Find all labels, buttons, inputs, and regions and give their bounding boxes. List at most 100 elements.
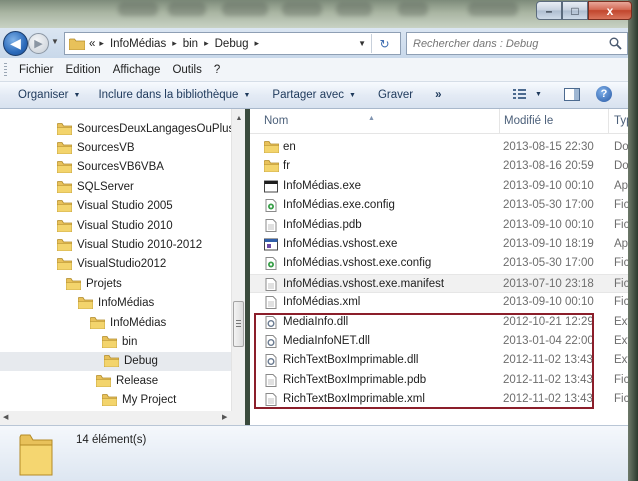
tree-item[interactable]: InfoMédias <box>89 313 166 332</box>
breadcrumb-separator[interactable]: ▸ <box>204 38 209 49</box>
file-name: RichTextBoxImprimable.dll <box>283 354 419 367</box>
file-date: 2013-01-04 22:00 <box>503 335 594 347</box>
breadcrumb-bin[interactable]: bin <box>183 38 198 50</box>
close-button[interactable]: x <box>588 1 632 20</box>
file-type: Fic <box>614 199 628 212</box>
tree-item[interactable]: My Project <box>101 391 176 410</box>
tree-item[interactable]: SourcesVB6VBA <box>56 158 164 177</box>
navigation-scrollbar[interactable]: ▲ ▼ <box>231 109 245 425</box>
file-row[interactable]: InfoMédias.vshost.exe.config 2013-05-30 1… <box>250 254 628 273</box>
file-row[interactable]: InfoMédias.vshost.exe.manifest 2013-07-10… <box>250 273 628 293</box>
tree-item-label: Debug <box>124 355 158 368</box>
include-library-button[interactable]: Inclure dans la bibliothèque ▼ <box>98 89 250 101</box>
column-name[interactable]: Nom <box>264 115 288 127</box>
tree-item[interactable]: Projets <box>65 274 122 293</box>
tree-item-label: Projets <box>86 277 122 290</box>
tree-item[interactable]: Visual Studio 2005 <box>56 197 173 216</box>
tree-item-label: SourcesDeuxLangagesOuPlus <box>77 122 235 135</box>
view-details-icon[interactable] <box>512 87 530 101</box>
menu-help[interactable]: ? <box>208 64 226 76</box>
breadcrumb-separator[interactable]: ▸ <box>99 38 104 49</box>
file-row[interactable]: InfoMédias.exe.config 2013-05-30 17:00 Fic <box>250 196 628 215</box>
address-bar[interactable]: « ▸ InfoMédias ▸ bin ▸ Debug ▸ ▼ ↻ <box>64 32 401 55</box>
burn-button[interactable]: Graver <box>378 89 413 101</box>
file-row[interactable]: InfoMédias.xml 2013-09-10 00:10 Fic <box>250 293 628 312</box>
background-blur <box>336 2 372 16</box>
config-file-icon <box>264 199 278 213</box>
history-dropdown-icon[interactable]: ▼ <box>51 37 61 49</box>
view-controls: ▼ ? <box>512 86 612 102</box>
tree-item[interactable]: SourcesVB <box>56 138 135 157</box>
breadcrumb-debug[interactable]: Debug <box>215 38 249 50</box>
file-row[interactable]: RichTextBoxImprimable.dll 2012-11-02 13:4… <box>250 351 628 370</box>
dll-file-icon <box>264 354 278 368</box>
organize-button[interactable]: Organiser ▼ <box>18 89 80 101</box>
file-row[interactable]: en 2013-08-15 22:30 Do <box>250 138 628 157</box>
file-date: 2012-10-21 12:29 <box>503 315 594 328</box>
search-icon[interactable] <box>609 37 622 50</box>
column-divider[interactable] <box>499 109 500 134</box>
scroll-right-arrow-icon[interactable]: ▶ <box>222 413 227 421</box>
organize-label: Organiser <box>18 89 69 101</box>
maximize-button[interactable]: □ <box>562 1 588 20</box>
minimize-button[interactable]: – <box>536 1 562 20</box>
file-icon <box>264 218 278 232</box>
file-row[interactable]: MediaInfoNET.dll 2013-01-04 22:00 Ext <box>250 332 628 351</box>
file-row[interactable]: MediaInfo.dll 2012-10-21 12:29 Ext <box>250 313 628 332</box>
scroll-up-arrow-icon[interactable]: ▲ <box>232 111 246 125</box>
search-input[interactable] <box>413 37 603 50</box>
tree-item[interactable]: SourcesDeuxLangagesOuPlus <box>56 119 235 138</box>
file-row[interactable]: RichTextBoxImprimable.pdb 2012-11-02 13:4… <box>250 371 628 390</box>
refresh-button[interactable]: ↻ <box>371 34 397 53</box>
column-type[interactable]: Typ <box>614 115 628 127</box>
column-modified[interactable]: Modifié le <box>504 115 553 127</box>
navigation-horizontal-scrollbar[interactable]: ◀ ▶ <box>0 411 245 425</box>
help-icon[interactable]: ? <box>595 86 612 102</box>
breadcrumb-infomedias[interactable]: InfoMédias <box>110 38 166 50</box>
breadcrumb-separator[interactable]: ▸ <box>172 38 177 49</box>
file-icon <box>264 296 278 310</box>
menu-fichier[interactable]: Fichier <box>13 64 60 76</box>
file-row[interactable]: InfoMédias.exe 2013-09-10 00:10 Ap <box>250 177 628 196</box>
folder-icon <box>101 335 118 349</box>
forward-button[interactable]: ▶ <box>28 33 49 54</box>
include-library-label: Inclure dans la bibliothèque <box>98 89 239 101</box>
tree-item[interactable]: SQLServer <box>56 177 134 196</box>
breadcrumb-prefix[interactable]: « <box>89 38 95 50</box>
column-divider[interactable] <box>608 109 609 134</box>
share-button[interactable]: Partager avec ▼ <box>272 89 356 101</box>
item-count: 14 élément(s) <box>76 434 147 446</box>
file-row[interactable]: InfoMédias.vshost.exe 2013-09-10 18:19 Ap <box>250 235 628 254</box>
tree-item[interactable]: VisualStudio2012 <box>56 255 166 274</box>
tree-item[interactable]: Visual Studio 2010 <box>56 216 173 235</box>
tree-item[interactable]: InfoMédias <box>77 294 154 313</box>
preview-pane-icon[interactable] <box>563 87 580 101</box>
address-dropdown-icon[interactable]: ▼ <box>358 39 366 48</box>
tree-item[interactable]: Visual Studio 2010-2012 <box>56 235 202 254</box>
scroll-thumb[interactable] <box>233 301 244 347</box>
more-commands-label: » <box>435 89 442 101</box>
file-date: 2012-11-02 13:43 <box>503 373 593 386</box>
menu-affichage[interactable]: Affichage <box>107 64 167 76</box>
tree-item[interactable]: Debug <box>0 351 231 371</box>
dll-file-icon <box>264 315 278 329</box>
background-blur <box>398 2 428 16</box>
menu-outils[interactable]: Outils <box>166 64 207 76</box>
file-row[interactable]: InfoMédias.pdb 2013-09-10 00:10 Fic <box>250 216 628 235</box>
tree-item[interactable]: Release <box>95 371 158 390</box>
file-list: Nom ▲ Modifié le Typ en 2013-08-15 22:30 D… <box>250 109 628 425</box>
burn-label: Graver <box>377 89 414 101</box>
tree-item[interactable]: bin <box>101 332 137 351</box>
file-icon <box>264 393 278 407</box>
view-dropdown-icon[interactable]: ▼ <box>535 91 542 98</box>
file-name: InfoMédias.xml <box>283 296 361 309</box>
file-row[interactable]: fr 2013-08-16 20:59 Do <box>250 157 628 176</box>
menu-edition[interactable]: Edition <box>60 64 107 76</box>
search-box[interactable] <box>406 32 628 55</box>
file-row[interactable]: RichTextBoxImprimable.xml 2012-11-02 13:4… <box>250 390 628 409</box>
back-button[interactable]: ◀ <box>3 31 28 56</box>
scroll-left-arrow-icon[interactable]: ◀ <box>3 413 8 421</box>
breadcrumb-separator[interactable]: ▸ <box>255 38 260 49</box>
folder-icon <box>95 374 112 388</box>
more-commands-button[interactable]: » <box>435 89 441 101</box>
